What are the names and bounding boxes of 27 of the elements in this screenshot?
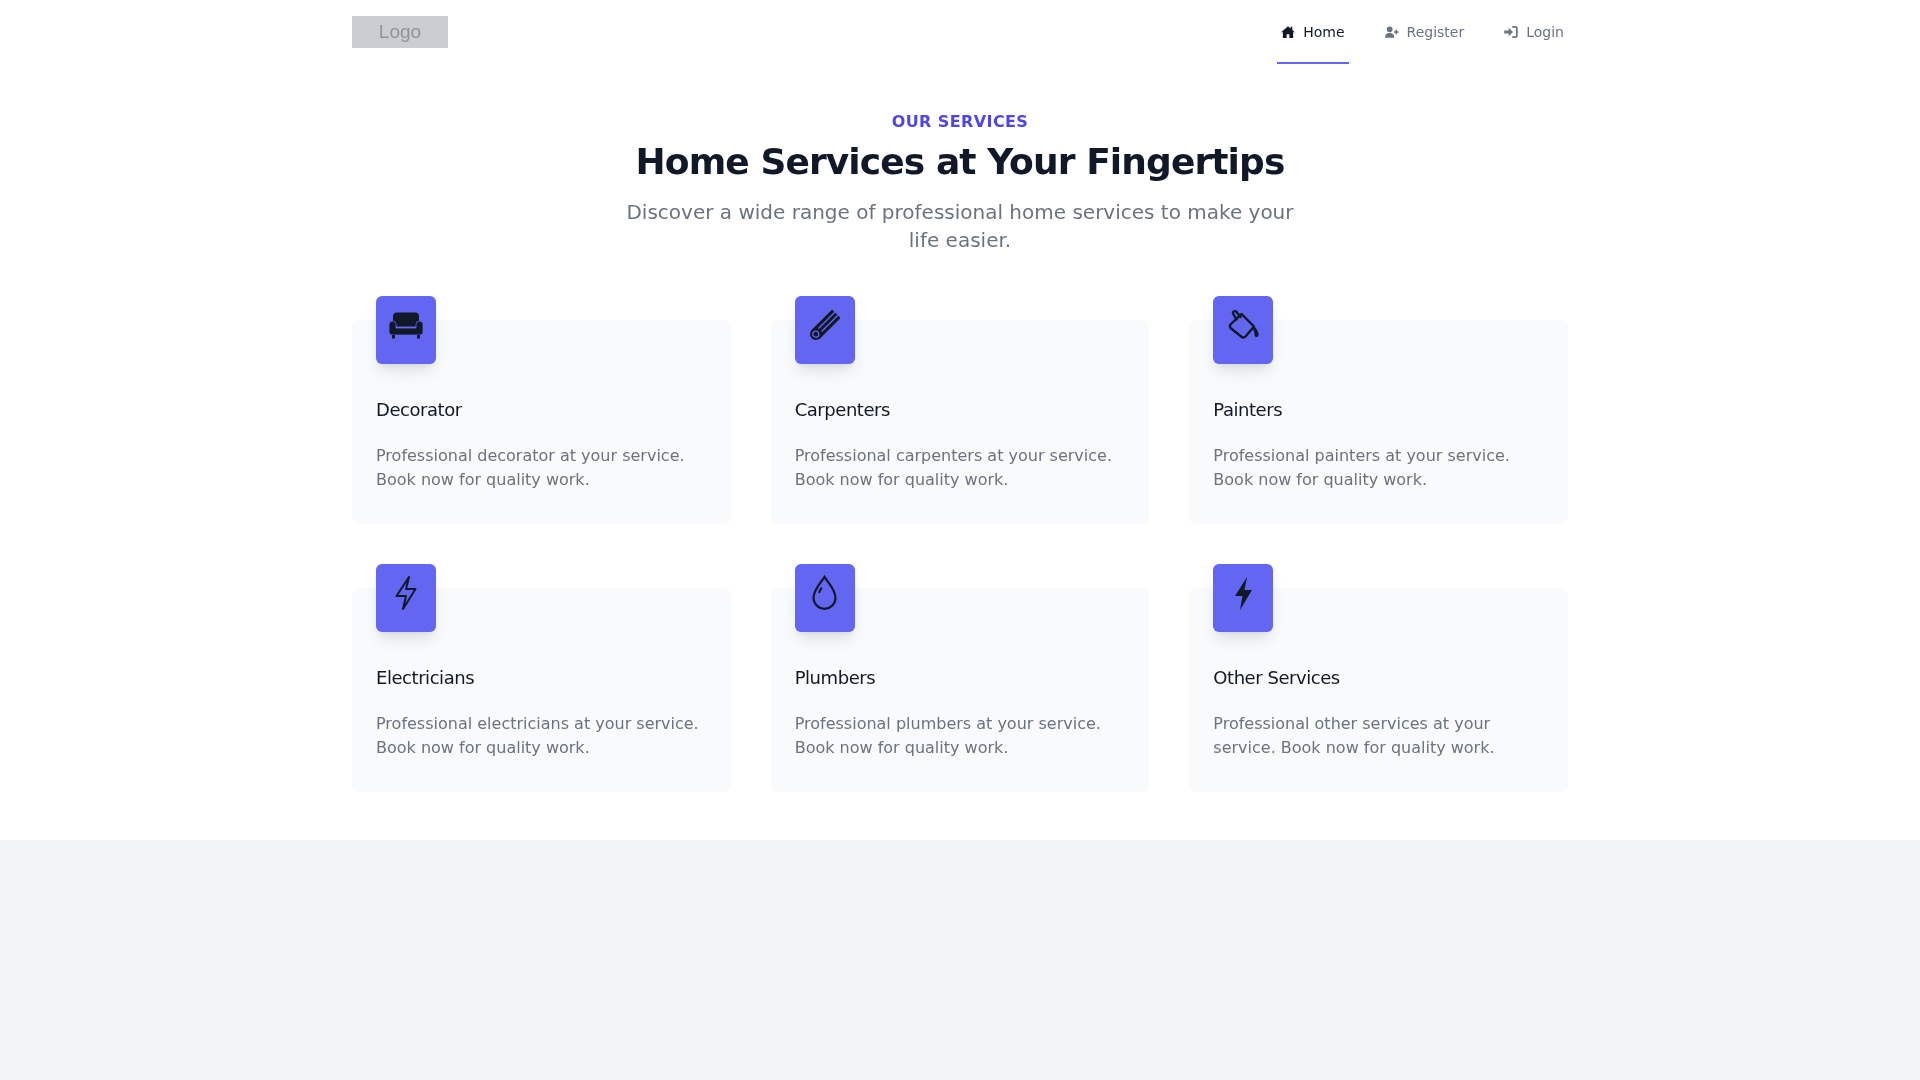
card-title: Painters (1213, 398, 1284, 422)
section-title: Home Services at Your Fingertips (634, 142, 1286, 182)
card-description: Professional decorator at your service. Book now for quality work. (376, 445, 686, 491)
lightning-bolt-icon (1213, 564, 1274, 632)
card-description: Professional carpenters at your service. Book now for quality work. (794, 445, 1113, 491)
sign-in-icon (1504, 26, 1519, 38)
nav-link[interactable]: Login (1500, 0, 1568, 64)
card-title: Other Services (1213, 666, 1341, 690)
user-plus-icon (1384, 26, 1399, 38)
card-title: Plumbers (794, 666, 877, 690)
card-description: Professional electricians at your service. Book now for quality work. (376, 713, 700, 759)
section-eyebrow: OUR SERVICES (890, 111, 1030, 133)
card-title: Decorator (376, 398, 463, 422)
card-description: Professional plumbers at your service. Book now for quality work. (794, 713, 1102, 759)
card-title: Electricians (376, 666, 476, 690)
paint-bucket-icon (1213, 296, 1274, 364)
card-description: Professional other services at your service. Book now for quality work. (1213, 713, 1496, 759)
droplet-icon (794, 564, 855, 632)
nav-link[interactable]: Register (1380, 0, 1469, 64)
sofa-icon (376, 296, 436, 364)
wood-beam-icon (794, 296, 855, 364)
lightning-bolt-icon (376, 564, 436, 632)
home-icon (1281, 26, 1296, 38)
card-title: Carpenters (794, 398, 891, 422)
logo: Logo (352, 16, 448, 48)
section-subtitle: Discover a wide range of professional home services to make your life easier. (625, 199, 1295, 254)
card-description: Professional painters at your service. Book now for quality work. (1213, 445, 1511, 491)
